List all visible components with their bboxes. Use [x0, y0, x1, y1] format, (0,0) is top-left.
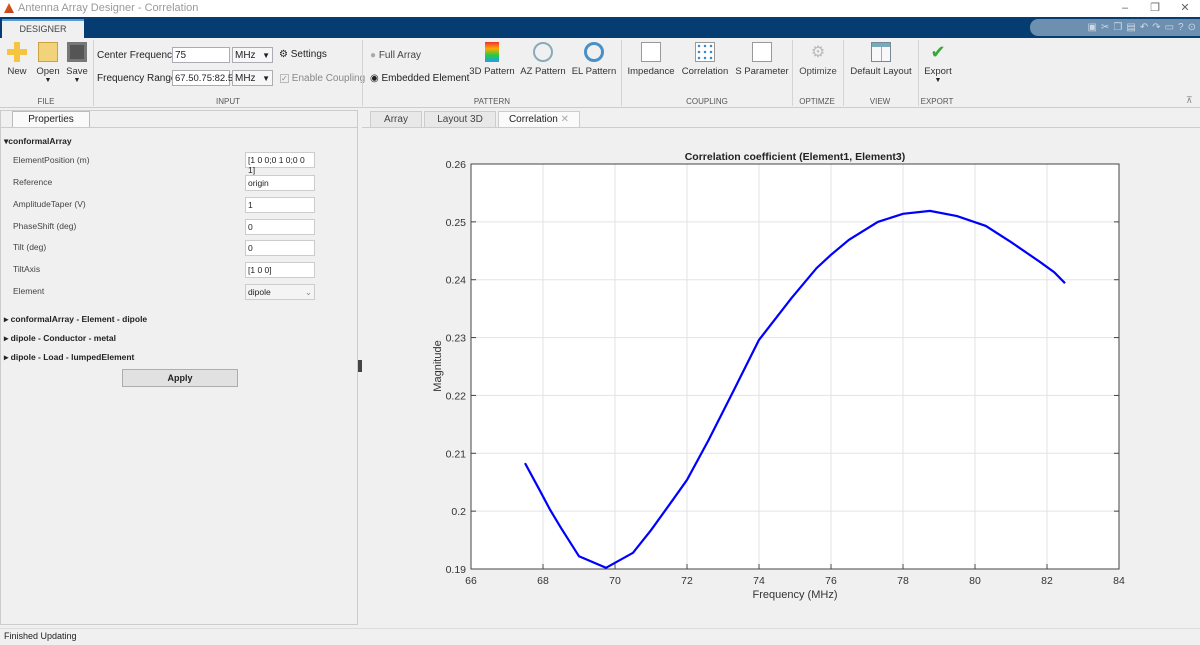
- chart-title: Correlation coefficient (Element1, Eleme…: [685, 151, 906, 163]
- x-tick-label: 68: [537, 575, 549, 587]
- x-tick-label: 80: [969, 575, 981, 587]
- y-tick-label: 0.25: [446, 217, 467, 229]
- y-tick-label: 0.26: [446, 159, 467, 171]
- y-tick-label: 0.21: [446, 448, 467, 460]
- status-bar: Finished Updating: [0, 628, 1200, 645]
- plot-area: [471, 164, 1119, 569]
- correlation-chart: Correlation coefficient (Element1, Eleme…: [432, 151, 1125, 601]
- x-tick-label: 84: [1113, 575, 1125, 587]
- y-tick-label: 0.19: [446, 564, 467, 576]
- y-tick-label: 0.24: [446, 275, 467, 287]
- y-tick-label: 0.23: [446, 333, 467, 345]
- x-tick-label: 78: [897, 575, 909, 587]
- x-axis-label: Frequency (MHz): [753, 589, 838, 601]
- x-tick-label: 72: [681, 575, 693, 587]
- x-tick-label: 82: [1041, 575, 1053, 587]
- y-axis-label: Magnitude: [432, 340, 444, 391]
- y-tick-label: 0.2: [451, 506, 466, 518]
- x-tick-label: 66: [465, 575, 477, 587]
- x-tick-label: 70: [609, 575, 621, 587]
- x-tick-label: 74: [753, 575, 765, 587]
- x-tick-label: 76: [825, 575, 837, 587]
- y-tick-label: 0.22: [446, 390, 467, 402]
